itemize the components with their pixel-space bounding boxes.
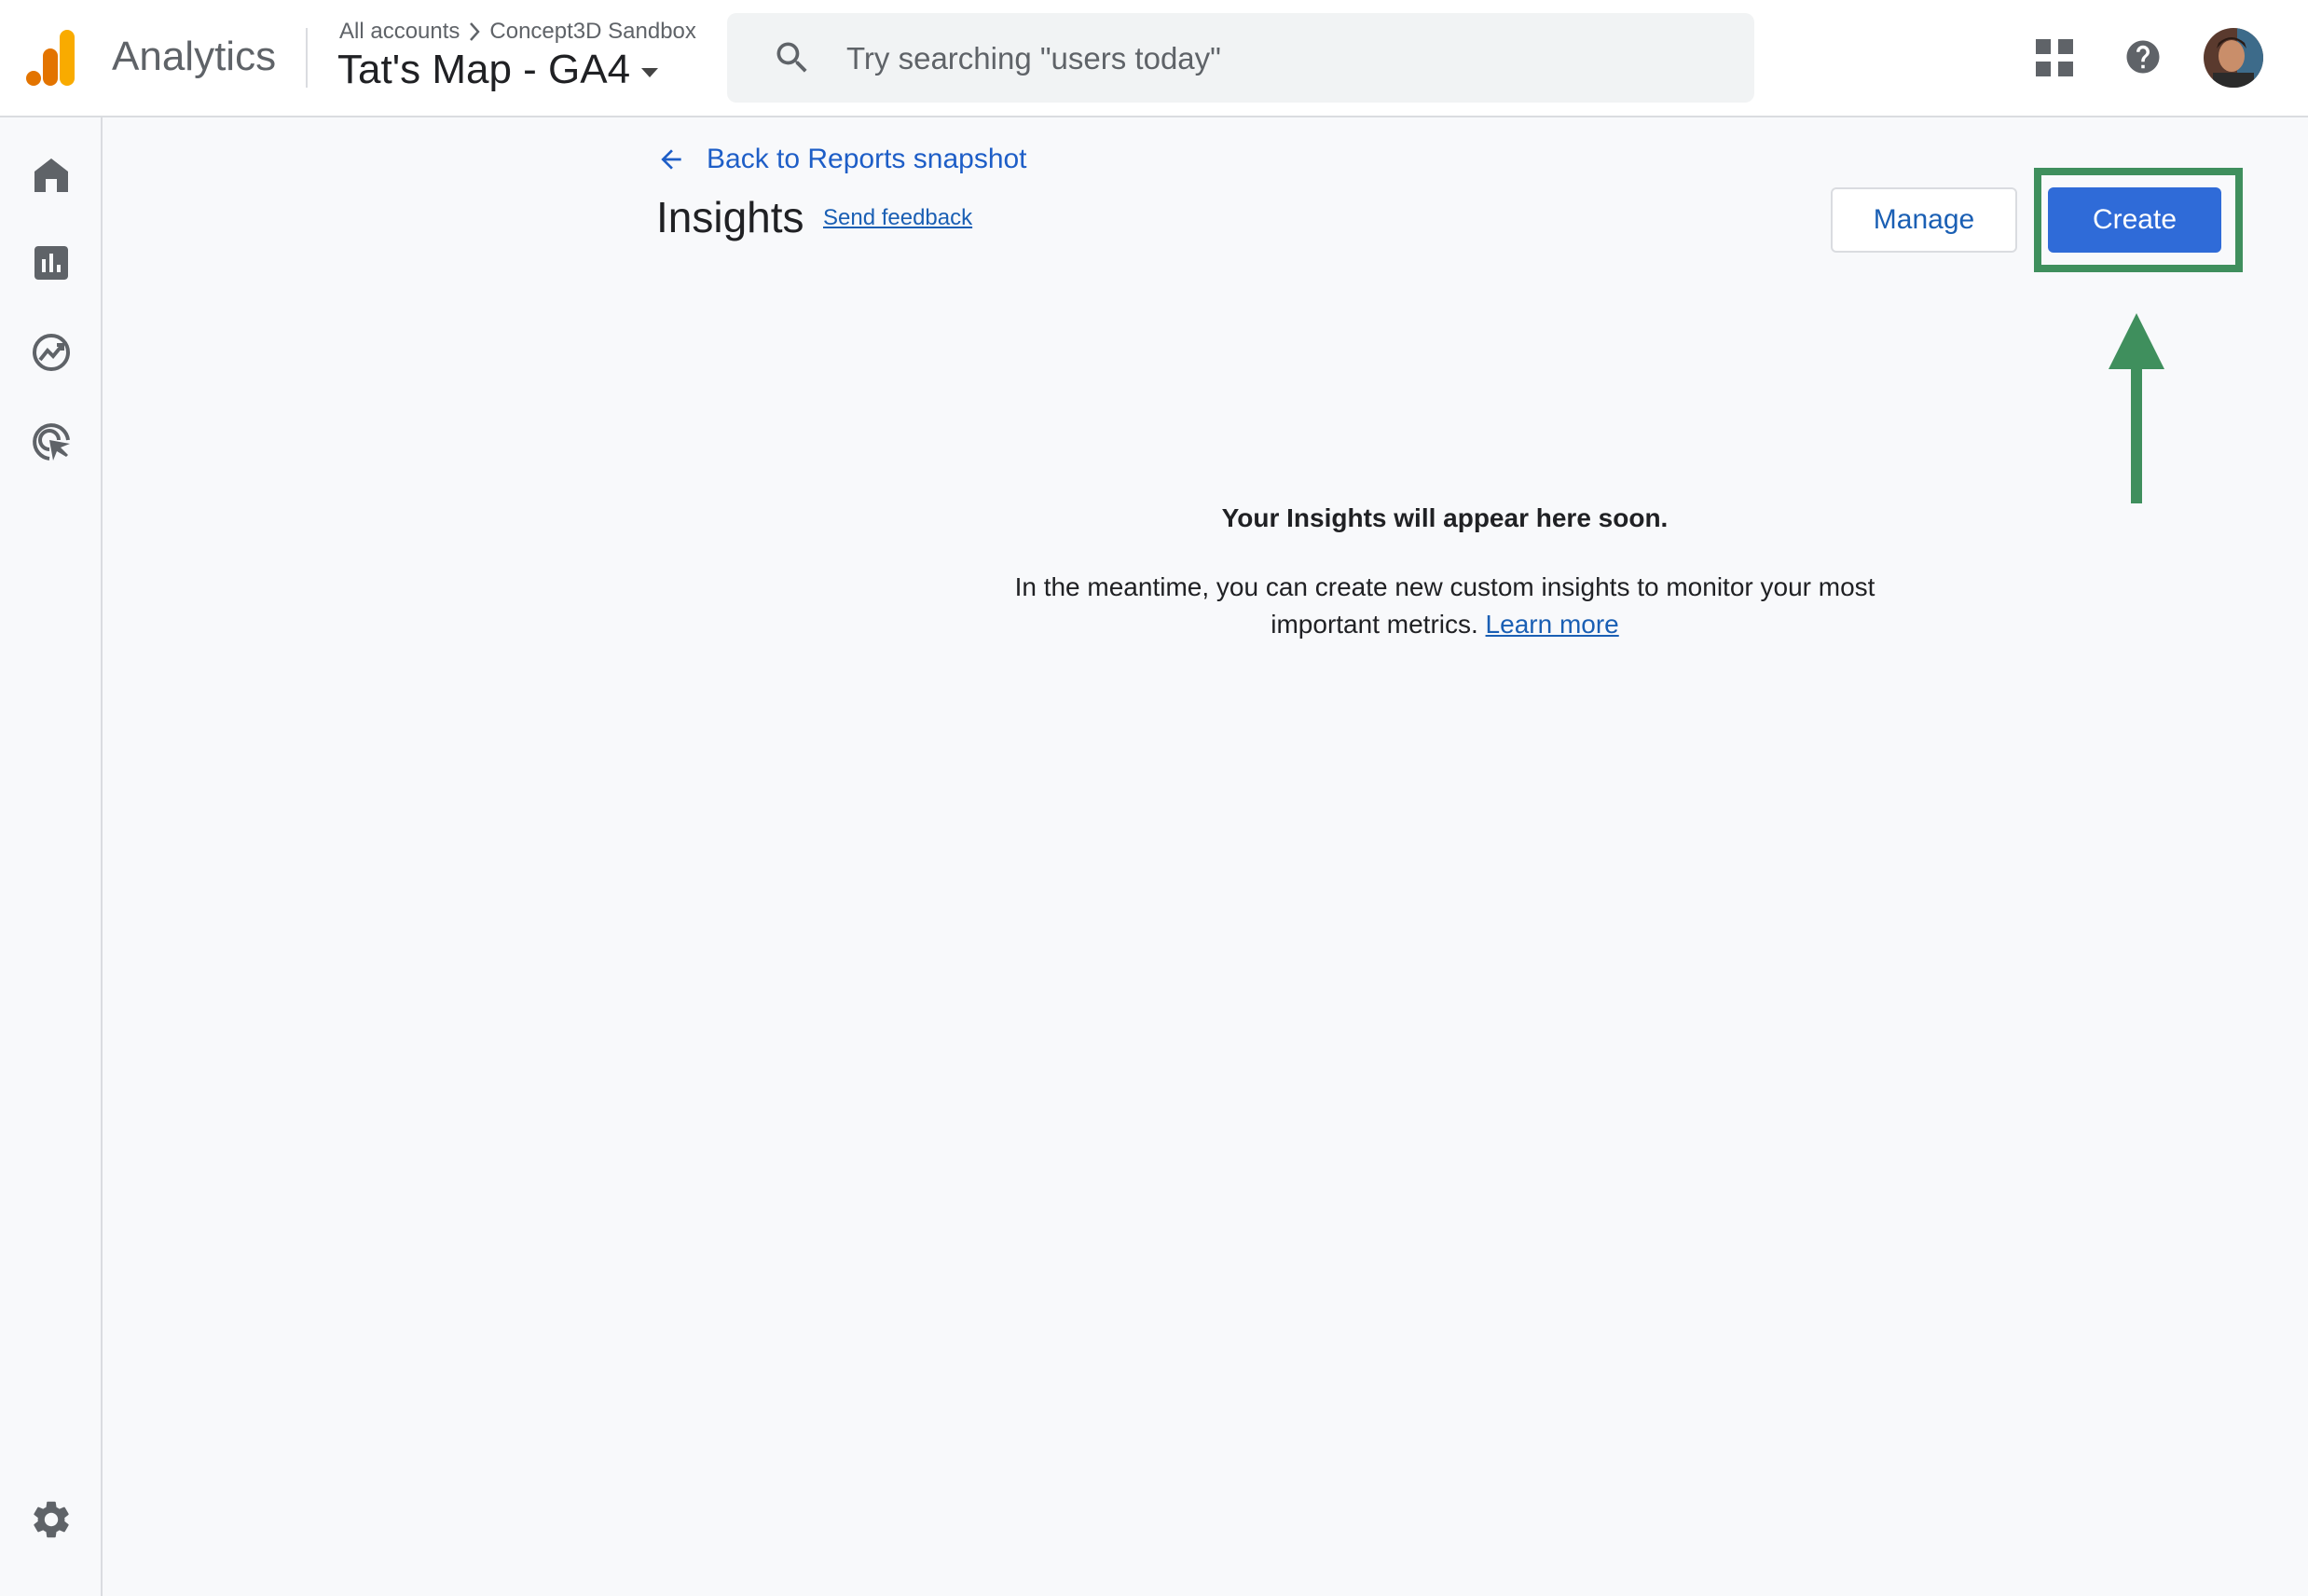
gear-icon [34, 1501, 69, 1538]
explore-icon [33, 334, 70, 371]
empty-state-title: Your Insights will appear here soon. [1221, 503, 1669, 532]
property-selector[interactable]: Tat's Map - GA4 [337, 47, 659, 93]
divider [306, 28, 308, 88]
analytics-logo-icon[interactable] [26, 30, 78, 86]
create-button[interactable]: Create [2048, 187, 2221, 253]
search-icon [776, 42, 807, 73]
empty-state-body: In the meantime, you can create new cust… [988, 569, 1902, 643]
send-feedback-link[interactable]: Send feedback [823, 205, 972, 231]
breadcrumb-account[interactable]: Concept3D Sandbox [489, 19, 695, 45]
back-to-reports-link[interactable]: Back to Reports snapshot [656, 144, 1027, 175]
manage-button[interactable]: Manage [1831, 187, 2017, 253]
breadcrumb-all-accounts[interactable]: All accounts [339, 19, 460, 45]
nav-reports[interactable] [29, 241, 74, 285]
advertising-icon [33, 423, 70, 461]
property-name: Tat's Map - GA4 [337, 47, 631, 92]
chevron-right-icon [470, 22, 481, 41]
dropdown-caret-icon [641, 68, 659, 77]
breadcrumb[interactable]: All accounts Concept3D Sandbox [339, 19, 696, 45]
app-name: Analytics [112, 34, 277, 79]
back-link-label: Back to Reports snapshot [707, 144, 1027, 174]
nav-explore[interactable] [29, 330, 74, 375]
nav-advertising[interactable] [29, 420, 74, 464]
search-bar[interactable] [727, 13, 1754, 104]
page-title: Insights [656, 193, 804, 241]
home-icon [34, 158, 68, 192]
nav-admin[interactable] [29, 1497, 74, 1542]
nav-home[interactable] [29, 153, 74, 198]
left-nav-rail [0, 117, 103, 1596]
learn-more-link[interactable]: Learn more [1486, 610, 1619, 639]
user-avatar[interactable] [2204, 28, 2263, 88]
search-input[interactable] [845, 13, 1724, 104]
help-icon[interactable] [2123, 37, 2163, 76]
empty-state-text: In the meantime, you can create new cust… [1014, 572, 1875, 639]
arrow-back-icon [661, 149, 681, 170]
apps-grid-icon[interactable] [2036, 39, 2073, 76]
top-bar: Analytics All accounts Concept3D Sandbox… [0, 0, 2308, 117]
reports-icon [34, 246, 68, 280]
annotation-arrow-up-icon [2109, 313, 2164, 503]
